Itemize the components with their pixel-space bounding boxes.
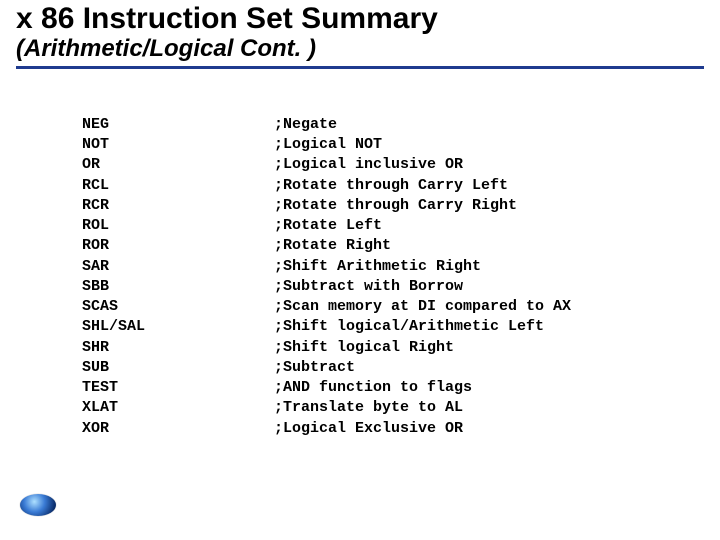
instruction-mnemonic: SBB <box>82 277 274 297</box>
instruction-description: ;Rotate through Carry Right <box>274 196 517 216</box>
instruction-mnemonic: SHR <box>82 338 274 358</box>
instruction-description: ;Translate byte to AL <box>274 398 463 418</box>
title-rule <box>16 66 704 69</box>
instruction-description: ;Rotate Right <box>274 236 391 256</box>
instruction-description: ;Shift Arithmetic Right <box>274 257 481 277</box>
instruction-description: ;Rotate through Carry Left <box>274 176 508 196</box>
instruction-description: ;Logical Exclusive OR <box>274 419 463 439</box>
title-rule-wrap <box>0 66 720 69</box>
instruction-description: ;Subtract with Borrow <box>274 277 463 297</box>
instruction-mnemonic: OR <box>82 155 274 175</box>
table-row: ROR;Rotate Right <box>82 236 720 256</box>
table-row: ROL;Rotate Left <box>82 216 720 236</box>
instruction-description: ;Scan memory at DI compared to AX <box>274 297 571 317</box>
instruction-mnemonic: RCL <box>82 176 274 196</box>
table-row: XOR;Logical Exclusive OR <box>82 419 720 439</box>
footer-logo <box>16 490 96 526</box>
globe-icon <box>20 494 56 516</box>
instruction-description: ;Rotate Left <box>274 216 382 236</box>
instruction-mnemonic: ROL <box>82 216 274 236</box>
instruction-description: ;Shift logical/Arithmetic Left <box>274 317 544 337</box>
instruction-mnemonic: ROR <box>82 236 274 256</box>
table-row: XLAT;Translate byte to AL <box>82 398 720 418</box>
table-row: SHL/SAL;Shift logical/Arithmetic Left <box>82 317 720 337</box>
table-row: SHR;Shift logical Right <box>82 338 720 358</box>
instruction-description: ;AND function to flags <box>274 378 472 398</box>
instruction-mnemonic: NEG <box>82 115 274 135</box>
instruction-mnemonic: SCAS <box>82 297 274 317</box>
table-row: NOT;Logical NOT <box>82 135 720 155</box>
instruction-mnemonic: XLAT <box>82 398 274 418</box>
table-row: TEST;AND function to flags <box>82 378 720 398</box>
table-row: SBB;Subtract with Borrow <box>82 277 720 297</box>
instruction-description: ;Logical NOT <box>274 135 382 155</box>
instruction-mnemonic: SUB <box>82 358 274 378</box>
slide: x 86 Instruction Set Summary (Arithmetic… <box>0 0 720 540</box>
table-row: SAR;Shift Arithmetic Right <box>82 257 720 277</box>
instruction-mnemonic: NOT <box>82 135 274 155</box>
instruction-description: ;Logical inclusive OR <box>274 155 463 175</box>
instruction-description: ;Subtract <box>274 358 355 378</box>
table-row: RCL;Rotate through Carry Left <box>82 176 720 196</box>
page-subtitle: (Arithmetic/Logical Cont. ) <box>16 35 720 64</box>
instruction-mnemonic: RCR <box>82 196 274 216</box>
title-block: x 86 Instruction Set Summary (Arithmetic… <box>0 0 720 64</box>
table-row: OR;Logical inclusive OR <box>82 155 720 175</box>
instruction-mnemonic: TEST <box>82 378 274 398</box>
instruction-mnemonic: SHL/SAL <box>82 317 274 337</box>
page-title: x 86 Instruction Set Summary <box>16 2 720 35</box>
table-row: RCR;Rotate through Carry Right <box>82 196 720 216</box>
instruction-mnemonic: XOR <box>82 419 274 439</box>
table-row: NEG;Negate <box>82 115 720 135</box>
table-row: SUB;Subtract <box>82 358 720 378</box>
instruction-mnemonic: SAR <box>82 257 274 277</box>
table-row: SCAS;Scan memory at DI compared to AX <box>82 297 720 317</box>
instruction-description: ;Negate <box>274 115 337 135</box>
instruction-description: ;Shift logical Right <box>274 338 454 358</box>
instruction-table: NEG;NegateNOT;Logical NOTOR;Logical incl… <box>82 115 720 439</box>
